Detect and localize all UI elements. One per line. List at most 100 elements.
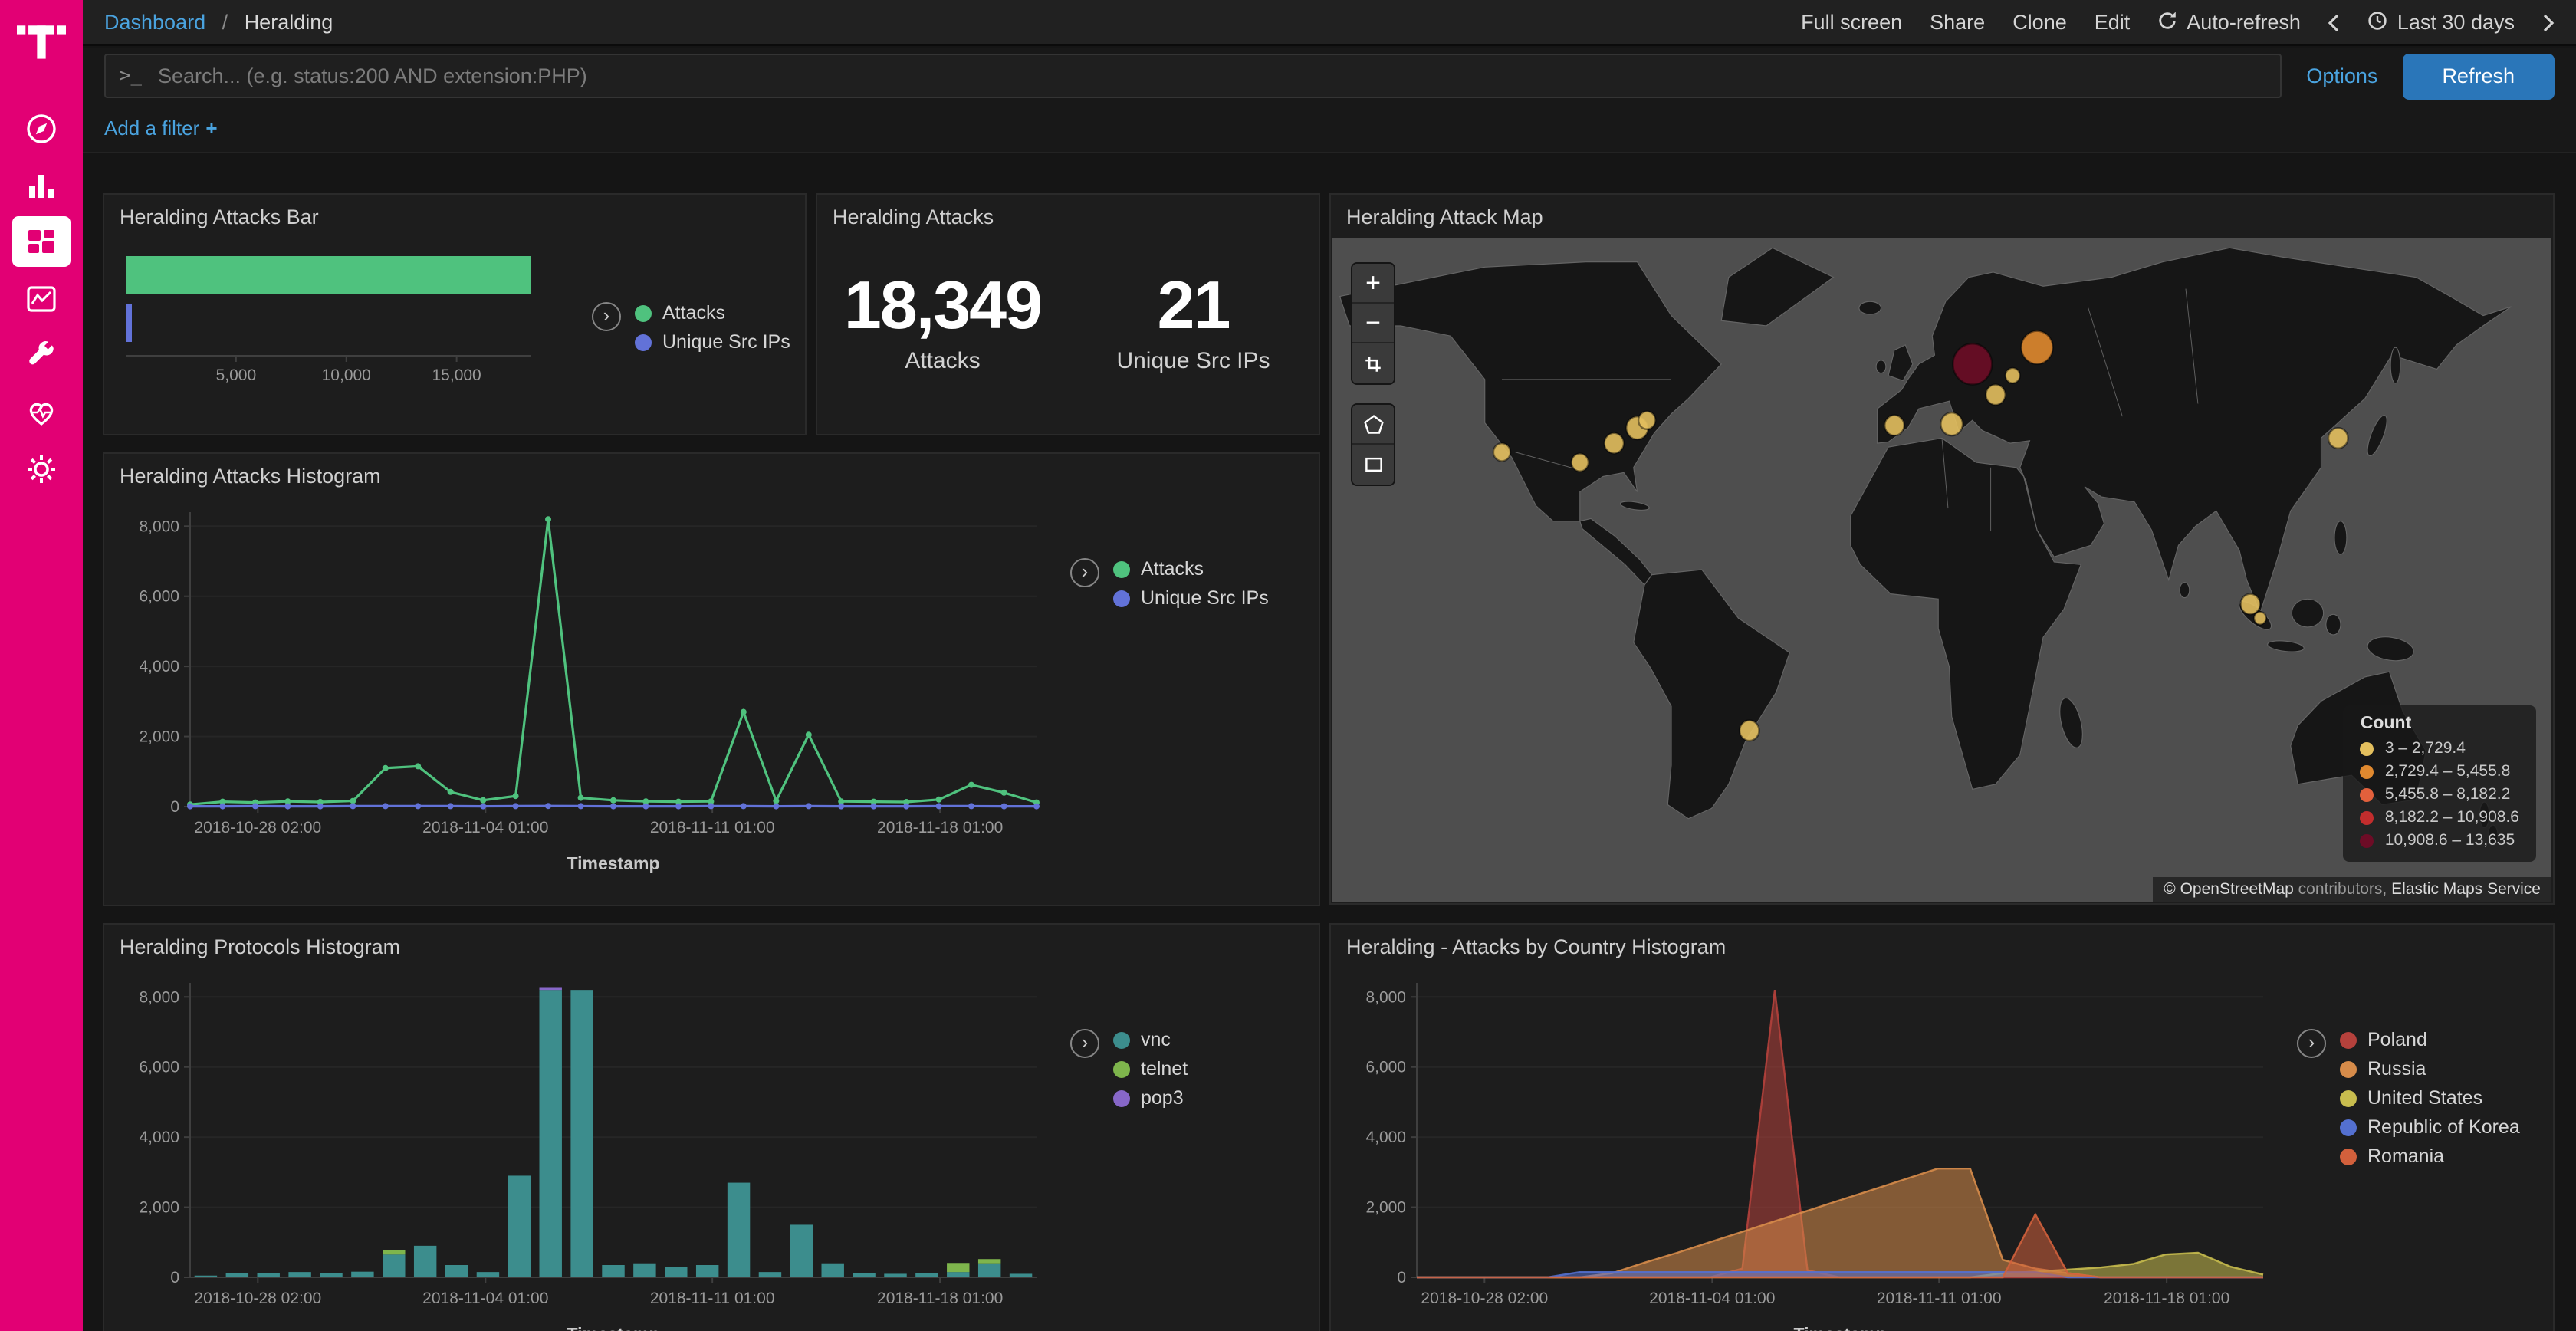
edit-button[interactable]: Edit: [2095, 11, 2131, 34]
legend-dot: [2340, 1060, 2357, 1077]
telekom-logo[interactable]: [17, 15, 66, 75]
svg-text:4,000: 4,000: [1365, 1129, 1406, 1146]
draw-polygon-icon[interactable]: [1352, 405, 1394, 445]
legend-dot: [635, 304, 652, 321]
svg-text:2018-11-18 01:00: 2018-11-18 01:00: [877, 819, 1003, 836]
panel-title: Heralding Attacks Histogram: [104, 454, 1319, 491]
map-attribution: © OpenStreetMap contributors, Elastic Ma…: [2153, 877, 2551, 902]
panel-heralding-protocols-histogram: Heralding Protocols Histogram 02,0004,00…: [103, 923, 1320, 1331]
legend-label: vnc: [1141, 1029, 1171, 1050]
map-controls: + −: [1351, 262, 1395, 504]
legend-item[interactable]: Poland: [2340, 1029, 2520, 1050]
legend-label: Unique Src IPs: [1141, 587, 1269, 609]
time-range-picker[interactable]: Last 30 days: [2368, 10, 2515, 35]
world-map[interactable]: + −: [1332, 238, 2551, 902]
search-wrap: >_: [104, 54, 2282, 98]
bar-chart-icon: [12, 159, 71, 210]
legend-item[interactable]: Russia: [2340, 1058, 2520, 1080]
legend-toggle-icon[interactable]: ›: [1070, 1029, 1099, 1058]
svg-text:Timestamp: Timestamp: [567, 853, 659, 873]
clock-icon: [2368, 10, 2388, 35]
share-button[interactable]: Share: [1930, 11, 1985, 34]
top-navigation-bar: Dashboard / Heralding Full screen Share …: [83, 0, 2576, 46]
time-forward-chevron[interactable]: [2542, 13, 2555, 31]
auto-refresh-button[interactable]: Auto-refresh: [2157, 10, 2301, 35]
metric-cell: 18,349Attacks: [817, 271, 1068, 374]
map-legend-title: Count: [2361, 715, 2519, 733]
legend-toggle-icon[interactable]: ›: [1070, 558, 1099, 587]
metric-value: 18,349: [817, 271, 1068, 345]
wrench-icon: [12, 330, 71, 380]
map-legend-range: 8,182.2 – 10,908.6: [2385, 808, 2519, 827]
svg-text:0: 0: [1397, 1269, 1406, 1287]
panel-title: Heralding Attacks Bar: [104, 195, 805, 232]
legend-label: Poland: [2367, 1029, 2427, 1050]
svg-text:2018-11-11 01:00: 2018-11-11 01:00: [650, 819, 775, 836]
legend-item[interactable]: Attacks: [1113, 558, 1269, 580]
zoom-out-button[interactable]: −: [1352, 304, 1394, 343]
sidebar: [0, 0, 83, 1331]
svg-text:2018-11-18 01:00: 2018-11-18 01:00: [877, 1290, 1003, 1307]
search-input[interactable]: [104, 54, 2282, 98]
svg-text:10,000: 10,000: [322, 366, 371, 384]
draw-rectangle-icon[interactable]: [1352, 445, 1394, 485]
svg-text:2,000: 2,000: [1365, 1199, 1406, 1217]
sidebar-item-dashboard[interactable]: [0, 213, 83, 270]
refresh-cycle-icon: [2157, 10, 2177, 35]
refresh-button[interactable]: Refresh: [2402, 53, 2555, 99]
svg-text:Timestamp: Timestamp: [1793, 1324, 1886, 1331]
svg-text:8,000: 8,000: [139, 518, 179, 535]
legend-toggle-icon[interactable]: ›: [2297, 1029, 2326, 1058]
panel-title: Heralding - Attacks by Country Histogram: [1331, 925, 2553, 961]
legend-dot: [1113, 560, 1130, 577]
query-bar: >_ Options Refresh: [83, 48, 2576, 104]
svg-text:4,000: 4,000: [139, 658, 179, 675]
chart-legend: › Attacks Unique Src IPs: [1070, 558, 1269, 609]
sidebar-item-discover[interactable]: [0, 100, 83, 156]
legend-item[interactable]: United States: [2340, 1087, 2520, 1109]
svg-text:8,000: 8,000: [139, 988, 179, 1006]
map-legend-row: 3 – 2,729.4: [2361, 739, 2519, 758]
metric-label: Attacks: [817, 347, 1068, 373]
legend-item[interactable]: Republic of Korea: [2340, 1116, 2520, 1138]
time-back-chevron[interactable]: [2328, 13, 2341, 31]
query-options-link[interactable]: Options: [2306, 64, 2377, 87]
svg-text:2018-10-28 02:00: 2018-10-28 02:00: [194, 1290, 321, 1307]
legend-item[interactable]: Unique Src IPs: [1113, 587, 1269, 609]
map-legend-range: 10,908.6 – 13,635: [2385, 831, 2515, 850]
add-filter-link[interactable]: Add a filter+: [104, 117, 218, 140]
fit-bounds-icon[interactable]: [1352, 343, 1394, 383]
dashboard-icon: [12, 216, 71, 267]
panel-heralding-attacks-bar: Heralding Attacks Bar 5,00010,00015,000 …: [103, 193, 807, 435]
legend-item[interactable]: Attacks: [635, 302, 790, 324]
zoom-in-button[interactable]: +: [1352, 264, 1394, 304]
clone-button[interactable]: Clone: [2013, 11, 2067, 34]
legend-label: Russia: [2367, 1058, 2426, 1080]
sidebar-item-timelion[interactable]: [0, 270, 83, 327]
svg-text:2018-10-28 02:00: 2018-10-28 02:00: [1421, 1290, 1548, 1307]
sidebar-item-management[interactable]: [0, 440, 83, 497]
breadcrumb-dashboard-link[interactable]: Dashboard: [104, 11, 205, 34]
ems-attribution-link[interactable]: Elastic Maps Service: [2391, 880, 2541, 899]
legend-item[interactable]: Unique Src IPs: [635, 331, 790, 353]
map-legend-dot: [2361, 810, 2374, 824]
metric-label: Unique Src IPs: [1068, 347, 1319, 373]
legend-dot: [2340, 1031, 2357, 1048]
osm-attribution-link[interactable]: © OpenStreetMap: [2164, 880, 2294, 899]
panel-heralding-attacks-histogram: Heralding Attacks Histogram 02,0004,0006…: [103, 452, 1320, 906]
legend-toggle-icon[interactable]: ›: [592, 302, 621, 331]
sidebar-item-monitoring[interactable]: [0, 383, 83, 440]
svg-text:0: 0: [170, 798, 179, 816]
legend-label: Romania: [2367, 1145, 2444, 1167]
panel-heralding-attack-map: Heralding Attack Map: [1329, 193, 2555, 905]
legend-item[interactable]: telnet: [1113, 1058, 1188, 1080]
legend-item[interactable]: Romania: [2340, 1145, 2520, 1167]
legend-item[interactable]: vnc: [1113, 1029, 1188, 1050]
panel-heralding-attacks-metric: Heralding Attacks 18,349Attacks21Unique …: [816, 193, 1320, 435]
panel-title: Heralding Protocols Histogram: [104, 925, 1319, 961]
full-screen-button[interactable]: Full screen: [1801, 11, 1902, 34]
sidebar-item-visualize[interactable]: [0, 156, 83, 213]
filter-bar: Add a filter+: [83, 104, 2576, 153]
legend-item[interactable]: pop3: [1113, 1087, 1188, 1109]
sidebar-item-dev-tools[interactable]: [0, 327, 83, 383]
